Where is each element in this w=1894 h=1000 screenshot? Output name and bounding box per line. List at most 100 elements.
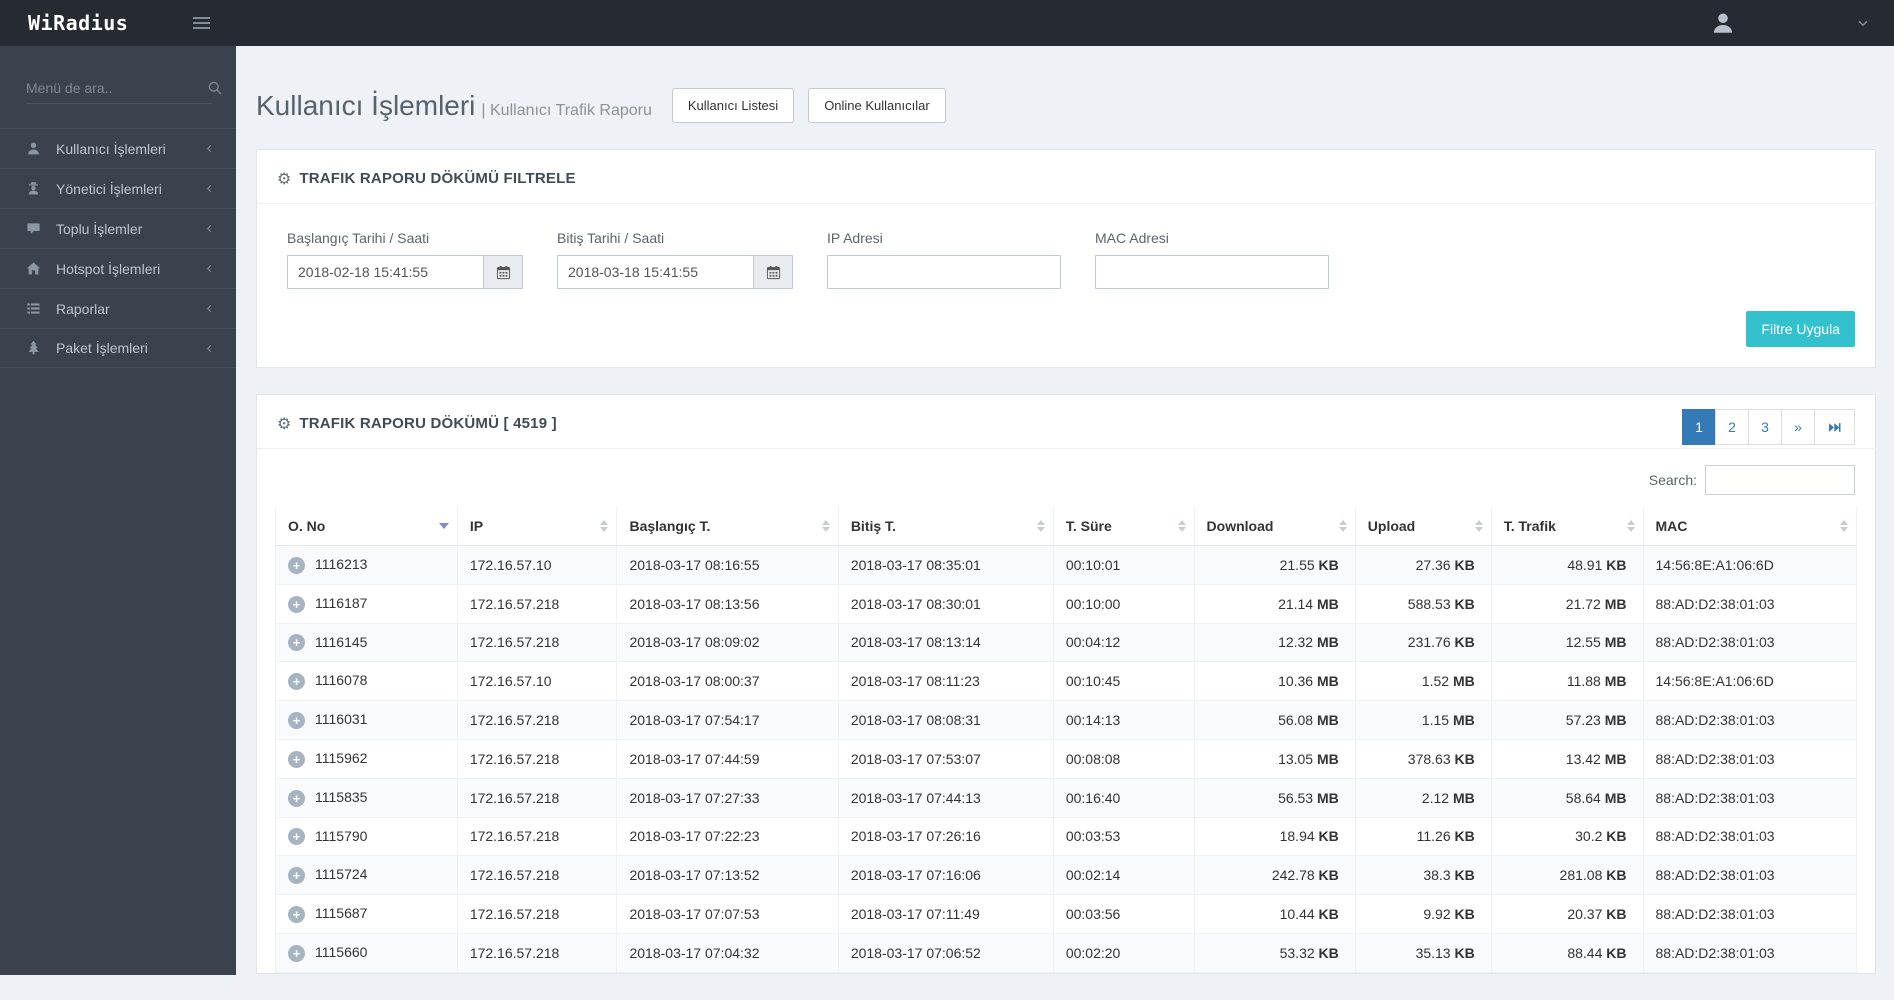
cell-mac: 88:AD:D2:38:01:03 <box>1643 933 1857 973</box>
col-header-bitis[interactable]: Bitiş T. <box>838 507 1054 546</box>
calendar-icon[interactable] <box>753 255 793 289</box>
ip-input[interactable] <box>827 255 1061 289</box>
end-date-label: Bitiş Tarihi / Saati <box>557 230 665 246</box>
cell-duration: 00:04:12 <box>1053 623 1195 663</box>
page-1-button[interactable]: 1 <box>1682 409 1716 445</box>
cell-end-time: 2018-03-17 07:53:07 <box>838 739 1054 779</box>
expand-row-button[interactable]: + <box>288 711 305 729</box>
table-row: +1115660 172.16.57.218 2018-03-17 07:04:32… <box>275 933 1857 973</box>
cell-upload: 27.36 KB <box>1355 545 1492 585</box>
sort-icon <box>1338 520 1347 532</box>
table-row: +1116145 172.16.57.218 2018-03-17 08:09:02… <box>275 623 1857 663</box>
table-header-row: O. No IP Başlangıç T. Bitiş T. T. Süre D… <box>275 507 1857 546</box>
chevron-left-icon <box>203 262 216 275</box>
col-header-ip[interactable]: IP <box>457 507 618 546</box>
expand-row-button[interactable]: + <box>288 867 305 885</box>
col-header-o-no[interactable]: O. No <box>275 507 458 546</box>
col-header-baslangic[interactable]: Başlangıç T. <box>616 507 839 546</box>
filtre-uygula-button[interactable]: Filtre Uygula <box>1746 311 1855 347</box>
expand-row-button[interactable]: + <box>288 750 305 768</box>
expand-row-button[interactable]: + <box>288 595 305 613</box>
last-page-button[interactable] <box>1814 409 1855 445</box>
cell-ip: 172.16.57.10 <box>457 661 618 702</box>
col-header-trafik[interactable]: T. Trafik <box>1491 507 1644 546</box>
cell-end-time: 2018-03-17 08:30:01 <box>838 584 1054 624</box>
cell-order-no: +1115790 <box>275 817 458 857</box>
cell-mac: 88:AD:D2:38:01:03 <box>1643 817 1857 857</box>
cell-duration: 00:10:45 <box>1053 661 1195 702</box>
calendar-icon[interactable] <box>483 255 523 289</box>
cell-order-no: +1116187 <box>275 584 458 624</box>
kullanici-listesi-button[interactable]: Kullanıcı Listesi <box>671 88 795 123</box>
sidebar-search-input[interactable] <box>26 80 207 96</box>
cell-start-time: 2018-03-17 07:44:59 <box>616 739 839 779</box>
cell-traffic: 57.23 MB <box>1491 700 1644 740</box>
cell-ip: 172.16.57.218 <box>457 855 618 896</box>
sort-icon <box>1840 520 1848 532</box>
sidebar-item-label: Hotspot İşlemleri <box>56 260 161 277</box>
brand-area: WiRadius <box>0 0 236 46</box>
filter-panel-title: TRAFIK RAPORU DÖKÜMÜ FILTRELE <box>299 170 576 187</box>
filter-form: Başlangıç Tarihi / Saati Bitiş Tarihi / … <box>257 204 1875 297</box>
chevron-down-icon[interactable] <box>1856 16 1870 30</box>
cell-upload: 9.92 KB <box>1355 894 1492 934</box>
col-header-mac[interactable]: MAC <box>1643 507 1857 546</box>
end-date-input[interactable] <box>557 255 753 289</box>
sidebar-item-label: Paket İşlemleri <box>56 340 148 356</box>
cell-download: 12.32 MB <box>1194 623 1356 663</box>
cell-download: 56.53 MB <box>1194 778 1356 818</box>
user-avatar-icon[interactable] <box>1710 10 1736 36</box>
next-pages-button[interactable]: » <box>1781 409 1815 445</box>
user-icon <box>26 141 42 157</box>
search-icon[interactable] <box>207 80 223 96</box>
cell-start-time: 2018-03-17 07:22:23 <box>616 817 839 857</box>
cell-start-time: 2018-03-17 08:00:37 <box>616 661 839 702</box>
sidebar-item-label: Kullanıcı İşlemleri <box>56 140 166 157</box>
end-date-field: Bitiş Tarihi / Saati <box>557 230 793 289</box>
expand-row-button[interactable]: + <box>288 828 305 846</box>
start-date-label: Başlangıç Tarihi / Saati <box>287 230 430 246</box>
mac-input[interactable] <box>1095 255 1329 289</box>
sidebar-item-toplu-islemler[interactable]: Toplu İşlemler <box>0 208 236 248</box>
sidebar-item-yonetici-islemleri[interactable]: Yönetici İşlemleri <box>0 168 236 208</box>
page-subtitle: | Kullanıcı Trafik Raporu <box>481 101 652 119</box>
cell-end-time: 2018-03-17 07:44:13 <box>838 778 1054 818</box>
col-header-sure[interactable]: T. Süre <box>1053 507 1195 546</box>
cell-mac: 14:56:8E:A1:06:6D <box>1643 545 1857 585</box>
cell-upload: 231.76 KB <box>1355 623 1492 663</box>
sidebar-item-kullanici-islemleri[interactable]: Kullanıcı İşlemleri <box>0 128 236 168</box>
expand-row-button[interactable]: + <box>288 673 305 691</box>
sidebar-item-raporlar[interactable]: Raporlar <box>0 288 236 328</box>
page-2-button[interactable]: 2 <box>1715 409 1749 445</box>
expand-row-button[interactable]: + <box>288 556 305 574</box>
table-search-input[interactable] <box>1705 465 1855 495</box>
col-header-upload[interactable]: Upload <box>1355 507 1492 546</box>
sort-icon <box>600 520 609 532</box>
cell-end-time: 2018-03-17 07:06:52 <box>838 933 1054 973</box>
sidebar-item-hotspot-islemleri[interactable]: Hotspot İşlemleri <box>0 248 236 288</box>
sidebar-toggle-icon[interactable] <box>189 13 214 33</box>
cell-end-time: 2018-03-17 08:11:23 <box>838 661 1054 702</box>
top-navbar: WiRadius <box>0 0 1894 46</box>
cell-order-no: +1116078 <box>275 661 458 702</box>
user-secret-icon <box>26 181 42 197</box>
page-3-button[interactable]: 3 <box>1748 409 1782 445</box>
gear-icon: ⚙ <box>277 168 292 188</box>
cell-traffic: 88.44 KB <box>1491 933 1644 973</box>
expand-row-button[interactable]: + <box>288 634 305 652</box>
start-date-input[interactable] <box>287 255 483 289</box>
col-header-download[interactable]: Download <box>1194 507 1356 546</box>
cell-end-time: 2018-03-17 08:35:01 <box>838 545 1054 585</box>
expand-row-button[interactable]: + <box>288 789 305 807</box>
expand-row-button[interactable]: + <box>288 905 305 923</box>
chevron-left-icon <box>203 302 216 315</box>
cell-upload: 1.15 MB <box>1355 700 1492 740</box>
cell-order-no: +1115660 <box>275 933 458 973</box>
online-kullanicilar-button[interactable]: Online Kullanıcılar <box>808 88 946 123</box>
cell-download: 21.14 MB <box>1194 584 1356 624</box>
app-logo[interactable]: WiRadius <box>28 11 128 35</box>
table-search: Search: <box>275 465 1855 495</box>
sort-icon <box>821 520 830 532</box>
expand-row-button[interactable]: + <box>288 944 305 962</box>
sidebar-item-paket-islemleri[interactable]: Paket İşlemleri <box>0 328 236 368</box>
